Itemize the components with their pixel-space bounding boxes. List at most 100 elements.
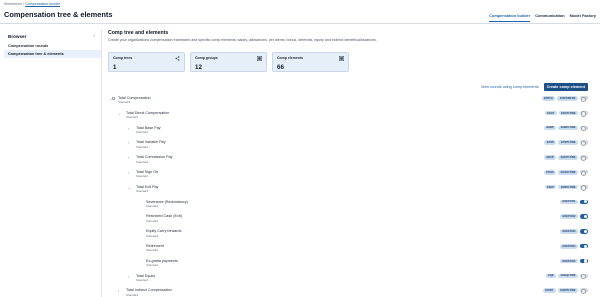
- stat-card-comp-trees[interactable]: Comp trees 1: [108, 52, 185, 72]
- enable-toggle[interactable]: [580, 229, 588, 234]
- row-controls: EOAT EOAT1TINE: [544, 110, 588, 118]
- tree-row[interactable]: Retirement Standard EOEP1004: [108, 242, 588, 257]
- tree-item-name: Total Variable Pay: [136, 140, 166, 145]
- code-badge: EOEP1TINE: [558, 184, 578, 190]
- code-badge: EQE: [545, 273, 557, 279]
- row-controls: EOBP EOBP1TINE: [543, 125, 588, 133]
- stat-card-comp-elements[interactable]: Comp elements 66: [272, 52, 349, 72]
- tree-item-name: Total Sign On: [136, 169, 159, 174]
- section-title: Comp tree and elements: [108, 30, 169, 36]
- tree-row[interactable]: ⌄ Total Direct Compensation Standard EOAT EO…: [108, 109, 588, 124]
- chevron-right-icon[interactable]: ›: [128, 275, 129, 279]
- enable-toggle[interactable]: [580, 96, 588, 103]
- breadcrumb-current[interactable]: Compensation builder: [25, 2, 60, 6]
- header-divider: [0, 23, 600, 24]
- select-checkbox[interactable]: [112, 96, 116, 100]
- tree-row[interactable]: › Total Indirect Compensation Standard EOIN…: [108, 286, 588, 297]
- tree-item-name: Retirement: [146, 243, 165, 248]
- tree-row[interactable]: › Total Variable Pay Standard EOVP EOVP1TINE: [108, 138, 588, 153]
- breadcrumb-separator: /: [23, 2, 25, 6]
- tree-item-type: Standard: [136, 189, 149, 194]
- chevron-down-icon[interactable]: ⌄: [118, 112, 121, 116]
- tree-row[interactable]: Equity Carry forwards Standard EOEP1003: [108, 227, 588, 242]
- chevron-right-icon[interactable]: ›: [128, 127, 129, 131]
- stat-value: 1: [113, 64, 117, 71]
- tree-item-name: Ex-gratia payments: [146, 258, 178, 263]
- enable-toggle[interactable]: [580, 199, 588, 205]
- code-badge: ENTCH: [541, 96, 556, 101]
- enable-toggle[interactable]: [580, 110, 588, 118]
- code-badge: EOINT1TINE: [557, 288, 578, 293]
- chevron-right-icon[interactable]: ›: [128, 156, 129, 160]
- enable-toggle[interactable]: [580, 273, 588, 281]
- row-controls: ENTCH EOBTIMCNE: [541, 96, 588, 103]
- code-badge: EOEP1004: [560, 243, 578, 249]
- code-badge: EOSO: [543, 169, 557, 175]
- code-badge: EOINT: [542, 288, 556, 293]
- tree-item-name: Restricted Cash (Exit): [146, 214, 182, 219]
- tab-model-factory[interactable]: Model Factory: [570, 13, 596, 22]
- code-badge: EOEP1001: [560, 199, 578, 205]
- grid-icon: [339, 56, 344, 61]
- tree-row[interactable]: Severance (Redundancy) Standard EOEP1001: [108, 198, 588, 213]
- stat-value: 66: [277, 64, 284, 71]
- tree-item-type: Standard: [146, 203, 159, 208]
- tree-item-name: Total Exit Pay: [136, 184, 159, 189]
- enable-toggle[interactable]: [580, 258, 588, 264]
- tree-item-type: Standard: [146, 263, 159, 268]
- code-badge: EOEQ1TINE: [558, 273, 578, 279]
- enable-toggle[interactable]: [580, 125, 588, 133]
- actions-bar: View rounds using comp elements Create c…: [481, 83, 588, 91]
- enable-toggle[interactable]: [580, 214, 588, 219]
- tree-row[interactable]: Restricted Cash (Exit) Standard EOEP1002: [108, 212, 588, 227]
- sidebar-item-compensation-tree[interactable]: Compensation tree & elements: [4, 50, 101, 58]
- tree-row[interactable]: ⌄Total CompensationStandardENTCHEOBTIMCN…: [108, 94, 588, 109]
- tree-row[interactable]: ⌄ Total Exit Pay Standard EXEP EOEP1TINE: [108, 183, 588, 198]
- create-comp-element-button[interactable]: Create comp element: [543, 83, 588, 91]
- tree-row[interactable]: › Total Commission Pay Standard EOCP EOCP1TI…: [108, 153, 588, 168]
- row-controls: EOVP EOVP1TINE: [544, 140, 588, 147]
- stat-card-comp-groups[interactable]: Comp groups 12: [190, 52, 267, 72]
- tree-item-type: Standard: [136, 277, 149, 282]
- tree-item-type: Standard: [126, 115, 139, 120]
- tree-item-name: Severance (Redundancy): [146, 199, 188, 204]
- tree-item-type: Standard: [126, 292, 139, 297]
- enable-toggle[interactable]: [580, 140, 588, 147]
- code-badge: EOEP1005: [560, 258, 578, 264]
- tab-communication[interactable]: Communication: [535, 13, 564, 22]
- view-rounds-link[interactable]: View rounds using comp elements: [481, 85, 539, 89]
- tree-item-name: Total Commission Pay: [136, 155, 173, 160]
- tree-row[interactable]: › Total Equity Standard EQE EOEQ1TINE: [108, 272, 588, 287]
- tree-item-type: Standard: [136, 159, 149, 164]
- chevron-down-icon[interactable]: ⌄: [128, 186, 131, 190]
- breadcrumb: Workbench/Compensation builder: [4, 2, 60, 6]
- chevron-right-icon[interactable]: ›: [128, 171, 129, 175]
- page-title: Compensation tree & elements: [4, 10, 113, 19]
- enable-toggle[interactable]: [580, 184, 588, 192]
- tree-row[interactable]: › Total Base Pay Standard EOBP EOBP1TINE: [108, 124, 588, 139]
- chevron-right-icon[interactable]: ›: [118, 289, 119, 293]
- top-tabs: Compensation builder Communication Model…: [489, 13, 596, 22]
- code-badge: EOCP1TINE: [558, 155, 578, 160]
- row-controls: EOEP1001: [560, 199, 588, 205]
- enable-toggle[interactable]: [580, 244, 588, 249]
- tree-row[interactable]: › Total Sign On Standard EOSO EOSO1TINE: [108, 168, 588, 183]
- code-badge: EOBP1TINE: [558, 125, 578, 131]
- row-controls: EOEP1005: [560, 258, 588, 264]
- breadcrumb-root[interactable]: Workbench: [4, 2, 22, 6]
- tree-row[interactable]: Ex-gratia payments Standard EOEP1005: [108, 257, 588, 272]
- row-controls: EOEP1003: [560, 229, 588, 234]
- chevron-left-icon[interactable]: ‹: [93, 33, 95, 39]
- enable-toggle[interactable]: [580, 288, 588, 295]
- chevron-right-icon[interactable]: ›: [128, 141, 129, 145]
- tree-item-name: Total Indirect Compensation: [126, 288, 172, 293]
- row-controls: EOSO EOSO1TINE: [543, 169, 588, 177]
- sidebar-item-compensation-rounds[interactable]: Compensation rounds: [4, 42, 101, 50]
- enable-toggle[interactable]: [580, 155, 588, 162]
- enable-toggle[interactable]: [580, 170, 588, 177]
- tree-item-type: Standard: [146, 248, 159, 253]
- tree-item-type: Standard: [118, 100, 131, 105]
- tab-compensation-builder[interactable]: Compensation builder: [489, 13, 531, 22]
- share-icon: [175, 56, 180, 61]
- tree-item-type: Standard: [146, 233, 159, 238]
